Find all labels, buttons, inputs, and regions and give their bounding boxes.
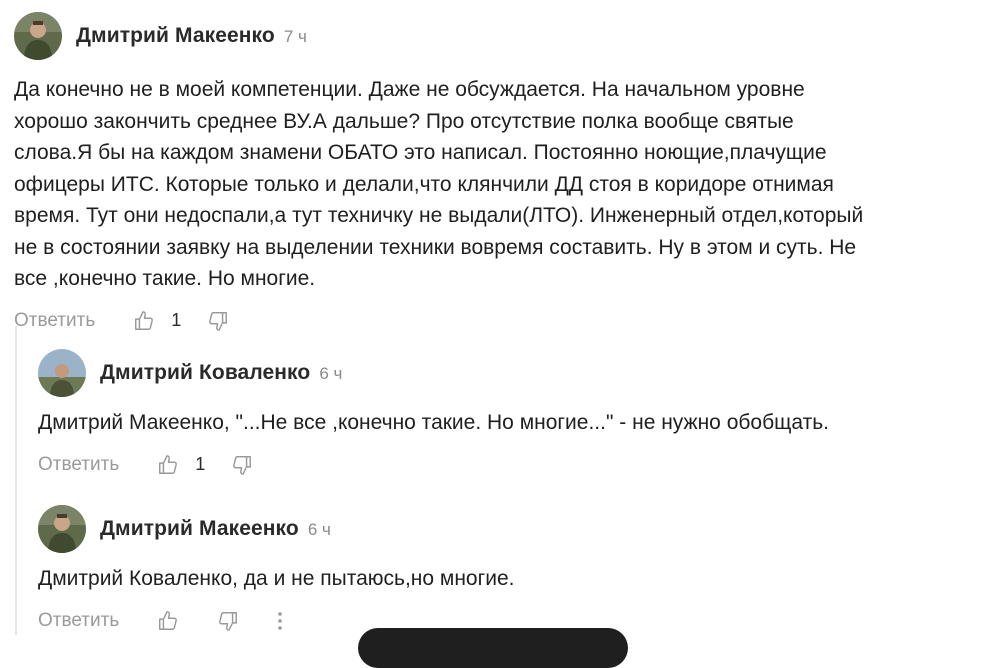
thumbs-down-icon xyxy=(209,311,228,331)
floating-action-bar[interactable] xyxy=(358,628,628,668)
author-name[interactable]: Дмитрий Коваленко xyxy=(100,361,310,385)
comment-time: 7 ч xyxy=(283,27,307,46)
comment-2: Дмитрий Коваленко 6 ч Дмитрий Макеенко, … xyxy=(38,349,978,479)
like-button[interactable] xyxy=(157,454,179,476)
comment-text-line: Дмитрий Коваленко, да и не пытаюсь,но мн… xyxy=(38,567,515,590)
comment-header: Дмитрий Коваленко 6 ч xyxy=(38,349,978,397)
comment-text-line: Да конечно не в моей компетенции. Даже н… xyxy=(14,78,805,101)
comment-1: Дмитрий Макеенко 7 ч Да конечно не в мое… xyxy=(14,12,979,335)
thumbs-up-icon xyxy=(159,454,178,474)
thread-line xyxy=(15,326,17,635)
like-button[interactable] xyxy=(157,610,179,632)
like-count: 1 xyxy=(171,310,182,330)
more-vertical-icon xyxy=(278,611,283,630)
author-avatar[interactable] xyxy=(38,505,86,553)
thumbs-down-icon xyxy=(219,611,238,631)
comment-header: Дмитрий Макеенко 7 ч xyxy=(14,12,979,60)
comment-3: Дмитрий Макеенко 6 ч Дмитрий Коваленко, … xyxy=(38,505,978,635)
dislike-button[interactable] xyxy=(207,310,229,332)
author-avatar[interactable] xyxy=(38,349,86,397)
author-avatar[interactable] xyxy=(14,12,62,60)
dislike-button[interactable] xyxy=(217,610,239,632)
like-button[interactable] xyxy=(133,310,155,332)
comment-text-line: все ,конечно такие. Но многие. xyxy=(14,267,316,290)
comment-text: Дмитрий Коваленко, да и не пытаюсь,но мн… xyxy=(38,563,978,595)
reply-button[interactable]: Ответить xyxy=(14,310,95,332)
thumbs-down-icon xyxy=(233,455,252,475)
reply-button[interactable]: Ответить xyxy=(38,610,119,632)
comment-text: Дмитрий Макеенко, "...Не все ,конечно та… xyxy=(38,407,978,439)
comment-time: 6 ч xyxy=(319,364,343,383)
comment-text-line: Дмитрий Макеенко, "...Не все ,конечно та… xyxy=(38,411,829,434)
comment-text-line: не в состоянии заявку на выделении техни… xyxy=(14,235,857,259)
comment-text-line: хорошо закончить среднее ВУ.А дальше? Пр… xyxy=(14,109,794,133)
dislike-button[interactable] xyxy=(231,454,253,476)
comment-actions: Ответить 1 xyxy=(38,451,978,479)
comment-time: 6 ч xyxy=(307,520,331,539)
author-name[interactable]: Дмитрий Макеенко xyxy=(76,24,275,48)
comment-text: Да конечно не в моей компетенции. Даже н… xyxy=(14,74,979,295)
comment-text-line: время. Тут они недоспали,а тут техничку … xyxy=(14,204,864,227)
user-photo-avatar-icon xyxy=(38,349,86,397)
author-name[interactable]: Дмитрий Макеенко xyxy=(100,517,299,541)
more-button[interactable] xyxy=(275,610,285,632)
comment-text-line: офицеры ИТС. Которые только и делали,что… xyxy=(14,172,834,196)
user-photo-avatar-icon xyxy=(14,12,62,60)
user-photo-avatar-icon xyxy=(38,505,86,553)
thumbs-up-icon xyxy=(135,310,154,330)
comment-header: Дмитрий Макеенко 6 ч xyxy=(38,505,978,553)
reply-button[interactable]: Ответить xyxy=(38,454,119,476)
like-count: 1 xyxy=(195,454,206,474)
comment-actions: Ответить 1 xyxy=(14,307,979,335)
comment-text-line: слова.Я бы на каждом знамени ОБАТО это н… xyxy=(14,141,827,164)
thumbs-up-icon xyxy=(159,610,178,630)
